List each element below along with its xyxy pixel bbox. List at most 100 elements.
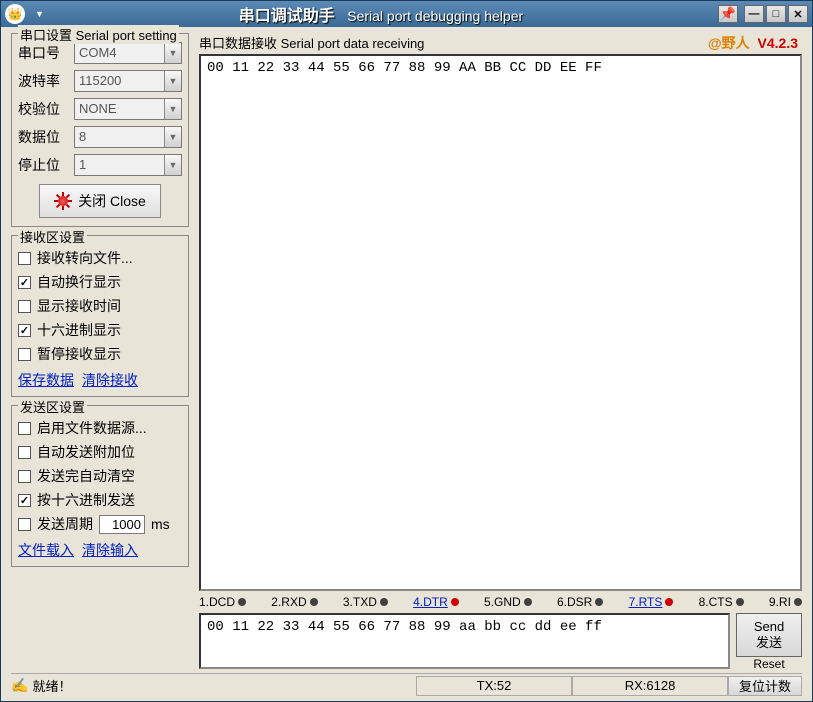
auto-wrap-label: 自动换行显示	[37, 272, 121, 292]
connection-icon	[54, 192, 72, 210]
brand-label: @野人 V4.2.3	[708, 33, 798, 53]
baud-combo[interactable]: 115200 ▼	[74, 70, 182, 92]
ready-icon: ✍	[11, 677, 28, 694]
databits-label: 数据位	[18, 127, 68, 147]
title-cn: 串口调试助手	[239, 8, 335, 25]
close-port-button[interactable]: 关闭 Close	[39, 184, 161, 218]
signal-dtr-link[interactable]: 4.DTR	[413, 595, 459, 609]
chevron-down-icon[interactable]: ▼	[164, 155, 181, 175]
stopbits-label: 停止位	[18, 155, 68, 175]
statusbar: ✍ 就绪！ TX:52 RX:6128 复位计数	[11, 673, 802, 697]
parity-value: NONE	[75, 99, 164, 119]
period-checkbox[interactable]	[18, 518, 31, 531]
show-time-checkbox[interactable]	[18, 300, 31, 313]
chevron-down-icon[interactable]: ▼	[164, 99, 181, 119]
send-button[interactable]: Send 发送	[736, 613, 802, 657]
baud-value: 115200	[75, 71, 164, 91]
title-en: Serial port debugging helper	[347, 8, 523, 24]
parity-combo[interactable]: NONE ▼	[74, 98, 182, 120]
status-ready-text: 就绪！	[32, 676, 71, 695]
chevron-down-icon[interactable]: ▼	[164, 71, 181, 91]
load-file-link[interactable]: 文件载入	[18, 540, 74, 560]
receive-textarea[interactable]: 00 11 22 33 44 55 66 77 88 99 AA BB CC D…	[199, 54, 802, 591]
signal-rts-link[interactable]: 7.RTS	[629, 595, 674, 609]
pause-recv-label: 暂停接收显示	[37, 344, 121, 364]
window-title: 串口调试助手 Serial port debugging helper	[44, 2, 718, 26]
signal-gnd: 5.GND	[484, 595, 521, 609]
rts-led-icon	[665, 598, 673, 606]
send-settings-legend: 发送区设置	[18, 397, 87, 416]
signal-dtr: 4.DTR	[413, 595, 448, 609]
chevron-down-icon[interactable]: ▼	[164, 43, 181, 63]
parity-label: 校验位	[18, 99, 68, 119]
port-value: COM4	[75, 43, 164, 63]
period-input[interactable]	[99, 515, 145, 534]
period-unit: ms	[151, 516, 170, 532]
pause-recv-checkbox[interactable]	[18, 348, 31, 361]
hex-send-checkbox[interactable]	[18, 494, 31, 507]
cts-led-icon	[736, 598, 744, 606]
chevron-down-icon[interactable]: ▼	[164, 127, 181, 147]
gnd-led-icon	[524, 598, 532, 606]
status-rx: RX:6128	[572, 676, 728, 696]
clear-after-checkbox[interactable]	[18, 470, 31, 483]
auto-wrap-checkbox[interactable]	[18, 276, 31, 289]
recv-settings-group: 接收区设置 接收转向文件... 自动换行显示 显示接收时间 十六进制显示 暂停接…	[11, 235, 189, 397]
auto-extra-checkbox[interactable]	[18, 446, 31, 459]
show-time-label: 显示接收时间	[37, 296, 121, 316]
port-combo[interactable]: COM4 ▼	[74, 42, 182, 64]
dtr-led-icon	[451, 598, 459, 606]
databits-value: 8	[75, 127, 164, 147]
close-window-button[interactable]: ✕	[788, 5, 808, 23]
dcd-led-icon	[238, 598, 246, 606]
pin-button[interactable]: 📌	[718, 5, 738, 23]
app-icon: 👑	[5, 4, 25, 24]
port-settings-group: 串口设置 Serial port setting 串口号 COM4 ▼ 波特率 …	[11, 33, 189, 227]
signal-rts: 7.RTS	[629, 595, 663, 609]
databits-combo[interactable]: 8 ▼	[74, 126, 182, 148]
maximize-button[interactable]: □	[766, 5, 786, 23]
titlebar[interactable]: 👑 ▼ 串口调试助手 Serial port debugging helper …	[1, 1, 812, 27]
rxd-led-icon	[310, 598, 318, 606]
close-port-label: 关闭 Close	[78, 191, 146, 211]
send-settings-group: 发送区设置 启用文件数据源... 自动发送附加位 发送完自动清空 按十六进制发送…	[11, 405, 189, 567]
file-source-checkbox[interactable]	[18, 422, 31, 435]
minimize-button[interactable]: —	[744, 5, 764, 23]
signal-dcd: 1.DCD	[199, 595, 235, 609]
brand-name: @野人	[708, 35, 750, 51]
app-window: 👑 ▼ 串口调试助手 Serial port debugging helper …	[0, 0, 813, 702]
reset-counter-button[interactable]: 复位计数	[728, 676, 802, 696]
titlebar-menu-icon[interactable]: ▼	[35, 9, 44, 19]
baud-label: 波特率	[18, 71, 68, 91]
clear-input-link[interactable]: 清除输入	[82, 540, 138, 560]
save-data-link[interactable]: 保存数据	[18, 370, 74, 390]
signal-rxd: 2.RXD	[271, 595, 306, 609]
file-source-label: 启用文件数据源...	[37, 418, 147, 438]
recv-to-file-label: 接收转向文件...	[37, 248, 133, 268]
stopbits-combo[interactable]: 1 ▼	[74, 154, 182, 176]
hex-display-checkbox[interactable]	[18, 324, 31, 337]
brand-version: V4.2.3	[758, 35, 798, 51]
ri-led-icon	[794, 598, 802, 606]
stopbits-value: 1	[75, 155, 164, 175]
period-label: 发送周期	[37, 514, 93, 534]
clear-after-label: 发送完自动清空	[37, 466, 135, 486]
clear-recv-link[interactable]: 清除接收	[82, 370, 138, 390]
hex-display-label: 十六进制显示	[37, 320, 121, 340]
recv-settings-legend: 接收区设置	[18, 227, 87, 246]
signal-row: 1.DCD 2.RXD 3.TXD 4.DTR 5.GND 6.DSR 7.RT…	[199, 591, 802, 613]
dsr-led-icon	[595, 598, 603, 606]
auto-extra-label: 自动发送附加位	[37, 442, 135, 462]
status-tx: TX:52	[416, 676, 572, 696]
recv-to-file-checkbox[interactable]	[18, 252, 31, 265]
client-area: @野人 V4.2.3 串口设置 Serial port setting 串口号 …	[1, 27, 812, 701]
send-textarea[interactable]: 00 11 22 33 44 55 66 77 88 99 aa bb cc d…	[199, 613, 730, 669]
port-settings-legend: 串口设置 Serial port setting	[18, 25, 179, 44]
status-ready: ✍ 就绪！	[11, 676, 416, 695]
port-label: 串口号	[18, 43, 68, 63]
signal-ri: 9.RI	[769, 595, 791, 609]
hex-send-label: 按十六进制发送	[37, 490, 135, 510]
txd-led-icon	[380, 598, 388, 606]
reset-label: Reset	[753, 657, 784, 671]
signal-txd: 3.TXD	[343, 595, 377, 609]
